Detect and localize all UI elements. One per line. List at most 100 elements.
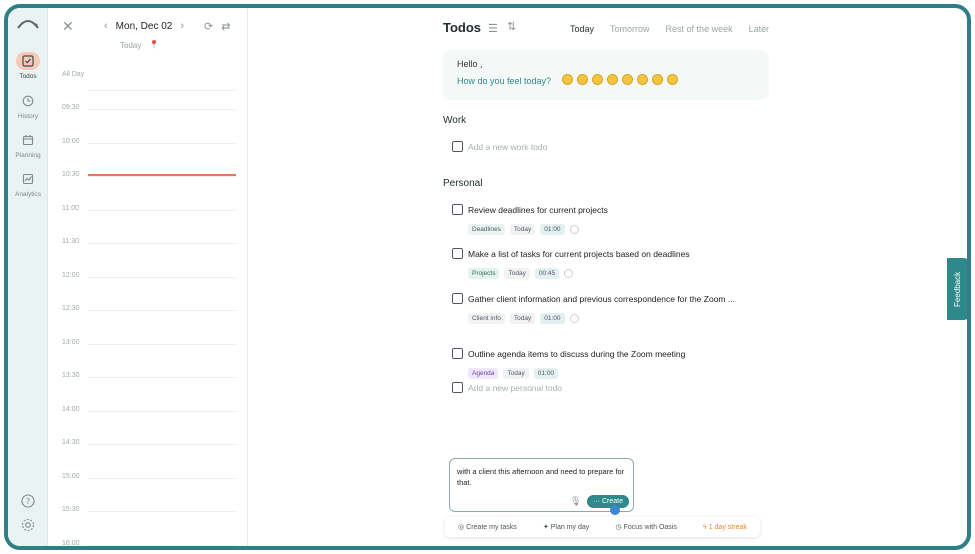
time-label: 14:30	[62, 439, 80, 446]
mood-emoji-icon[interactable]	[622, 74, 633, 85]
todo-tags: Agenda Today 01:00	[468, 368, 559, 379]
time-slot[interactable]: 10:00	[48, 138, 248, 145]
quick-actions-bar: ◎ Create my tasks ✦ Plan my day ◷ Focus …	[445, 517, 760, 537]
composer-text[interactable]: with a client this afternoon and need to…	[457, 466, 627, 488]
focus-button[interactable]: ◷ Focus with Oasis	[615, 523, 676, 531]
mood-emoji-icon[interactable]	[652, 74, 663, 85]
mood-emoji-icon[interactable]	[592, 74, 603, 85]
nav-item-planning[interactable]: Planning	[8, 131, 48, 159]
tab-tomorrow[interactable]: Tomorrow	[610, 24, 650, 34]
tab-later[interactable]: Later	[749, 24, 770, 34]
time-slot[interactable]: 12:00	[48, 272, 248, 279]
personal-heading: Personal	[443, 178, 483, 189]
checkbox[interactable]	[452, 204, 463, 215]
status-circle-icon[interactable]	[569, 314, 579, 323]
checkbox[interactable]	[452, 382, 463, 393]
time-slot[interactable]: 15:30	[48, 506, 248, 513]
task-composer[interactable]: with a client this afternoon and need to…	[449, 458, 634, 512]
analytics-icon	[16, 170, 40, 188]
chevron-left-icon[interactable]: ‹	[104, 20, 108, 32]
checkbox[interactable]	[452, 141, 463, 152]
tag-label[interactable]: Projects	[468, 268, 500, 279]
time-slot[interactable]: 10:30	[48, 171, 248, 178]
focus-label: Focus with Oasis	[623, 524, 677, 531]
time-slot[interactable]: 14:00	[48, 406, 248, 413]
nav-item-todos[interactable]: Todos	[8, 52, 48, 80]
tab-rest-of-week[interactable]: Rest of the week	[666, 24, 733, 34]
side-nav: Todos History Planning Analytics ?	[8, 8, 48, 546]
time-label: 13:30	[62, 372, 80, 379]
mood-emoji-icon[interactable]	[607, 74, 618, 85]
time-slot[interactable]: 12:30	[48, 305, 248, 312]
tag-label[interactable]: Client info	[468, 313, 505, 324]
nav-label-analytics: Analytics	[14, 191, 41, 198]
all-day-label: All Day	[62, 71, 85, 78]
filter-icon[interactable]: ☰	[488, 22, 498, 35]
tag-date[interactable]: Today	[509, 313, 536, 324]
sync-icon[interactable]: ⟳	[204, 20, 213, 33]
checkbox[interactable]	[452, 348, 463, 359]
time-slot[interactable]: 11:30	[48, 238, 248, 245]
nav-item-history[interactable]: History	[8, 92, 48, 120]
sort-icon[interactable]: ⇅	[507, 20, 516, 33]
tag-date[interactable]: Today	[504, 268, 530, 279]
calendar-toolbar: ⟳ ⇄	[204, 20, 230, 33]
feedback-tab[interactable]: Feedback	[947, 258, 967, 320]
date-navigator: ‹ Mon, Dec 02 ›	[104, 20, 184, 32]
plan-day-button[interactable]: ✦ Plan my day	[543, 523, 589, 531]
current-time-line	[88, 174, 236, 176]
tag-duration[interactable]: 00:45	[534, 268, 560, 279]
page-title: Todos	[443, 20, 482, 35]
todo-text: Gather client information and previous c…	[468, 294, 735, 304]
checkbox[interactable]	[452, 293, 463, 304]
tag-date[interactable]: Today	[503, 368, 529, 379]
time-slot[interactable]: 14:30	[48, 439, 248, 446]
tag-duration[interactable]: 01:00	[540, 224, 565, 235]
time-slot[interactable]: 16:00	[48, 540, 248, 546]
time-slot[interactable]: 13:00	[48, 339, 248, 346]
plan-day-label: Plan my day	[550, 524, 590, 531]
time-slot[interactable]: 13:30	[48, 372, 248, 379]
create-button[interactable]: ··· Create	[587, 495, 629, 508]
tag-duration[interactable]: 01:00	[540, 313, 565, 324]
add-personal-todo-label: Add a new personal todo	[468, 383, 563, 393]
tag-date[interactable]: Today	[509, 224, 536, 235]
time-slot[interactable]: 15:00	[48, 473, 248, 480]
mood-emoji-icon[interactable]	[577, 74, 588, 85]
tag-label[interactable]: Deadlines	[468, 224, 505, 235]
time-label: 12:00	[62, 271, 80, 279]
time-label: 15:00	[62, 472, 80, 480]
todo-text: Review deadlines for current projects	[468, 205, 608, 215]
nav-item-analytics[interactable]: Analytics	[8, 170, 48, 198]
all-day-slot[interactable]: All Day	[48, 71, 248, 91]
create-tasks-button[interactable]: ◎ Create my tasks	[458, 523, 517, 531]
adjust-icon[interactable]: ⇄	[221, 20, 230, 33]
calendar-panel: ✕ ‹ Mon, Dec 02 › Today 📍 ⟳ ⇄ All Day 09…	[48, 8, 248, 546]
mood-emoji-icon[interactable]	[637, 74, 648, 85]
help-icon[interactable]: ?	[20, 493, 36, 509]
mood-emoji-icon[interactable]	[562, 74, 573, 85]
mood-emoji-icon[interactable]	[667, 74, 678, 85]
settings-icon[interactable]	[20, 517, 36, 533]
status-circle-icon[interactable]	[564, 269, 574, 278]
day-tabs: Today Tomorrow Rest of the week Later	[570, 24, 769, 34]
time-label: 15:30	[62, 506, 80, 513]
time-label: 12:30	[62, 305, 80, 312]
time-slot[interactable]: 09:30	[48, 104, 248, 111]
streak-badge[interactable]: ϟ 1 day streak	[703, 524, 747, 531]
create-label: Create	[601, 498, 623, 505]
tab-today[interactable]: Today	[570, 24, 594, 34]
microphone-icon[interactable]: 🎙	[570, 496, 581, 507]
time-slot[interactable]: 11:00	[48, 205, 248, 212]
time-label: 11:30	[62, 238, 79, 245]
close-icon[interactable]: ✕	[62, 18, 74, 35]
time-label: 11:00	[62, 204, 79, 212]
tag-duration[interactable]: 01:00	[533, 368, 559, 379]
today-link[interactable]: Today	[120, 41, 141, 50]
app-logo-icon	[17, 20, 39, 29]
status-circle-icon[interactable]	[569, 225, 579, 234]
history-icon	[16, 92, 40, 110]
tag-label[interactable]: Agenda	[468, 368, 499, 379]
chevron-right-icon[interactable]: ›	[180, 20, 184, 32]
checkbox[interactable]	[452, 248, 463, 259]
